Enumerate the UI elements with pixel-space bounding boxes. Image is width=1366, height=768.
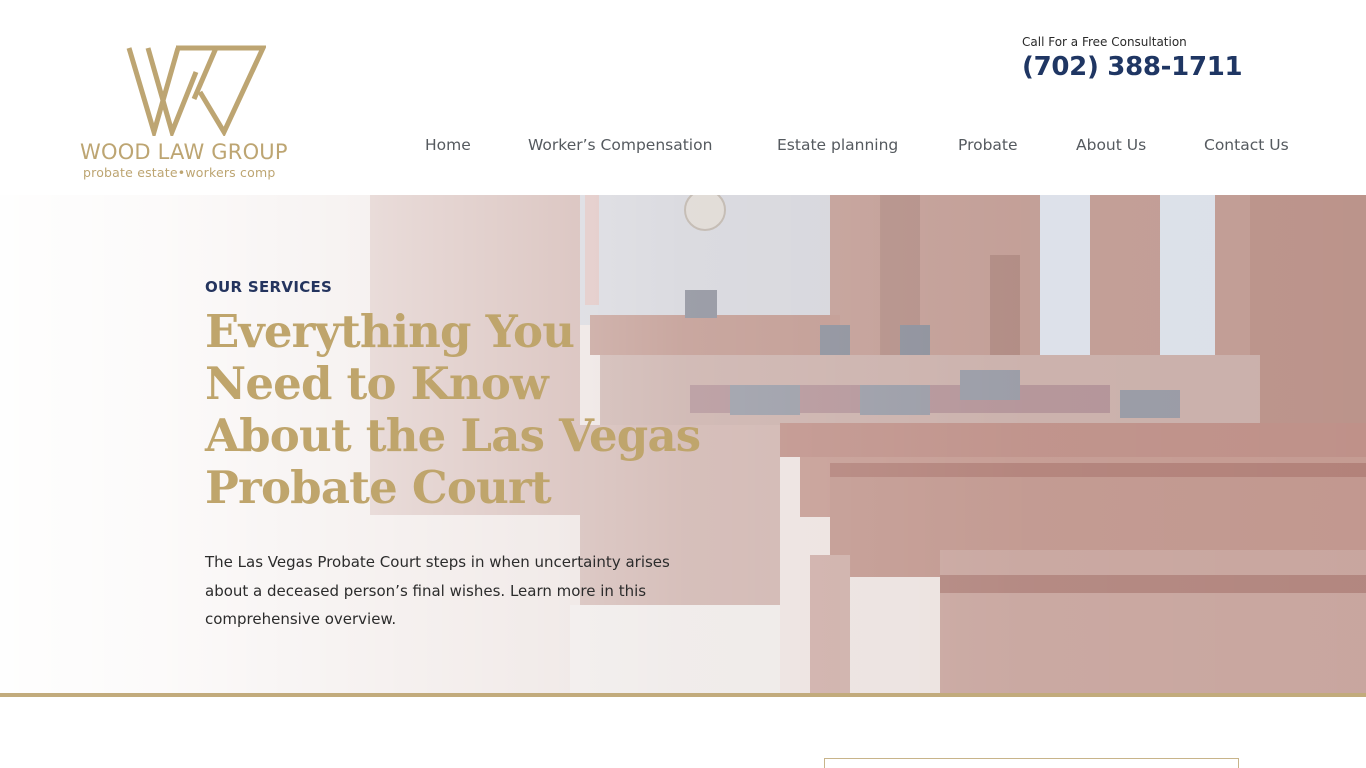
hero-description: The Las Vegas Probate Court steps in whe… — [205, 553, 670, 628]
nav-item-workers-compensation[interactable]: Worker’s Compensation — [528, 136, 712, 154]
nav-item-home[interactable]: Home — [425, 136, 471, 154]
phone-link[interactable]: (702) 388-1711 — [1022, 52, 1262, 82]
wood-law-group-logo-icon — [126, 45, 266, 136]
logo-tagline: probate estate•workers comp — [83, 165, 276, 180]
consultation-label: Call For a Free Consultation — [1022, 35, 1187, 49]
hero-content: OUR SERVICES Everything You Need to Know… — [205, 278, 705, 634]
consultation-block: Call For a Free Consultation (702) 388-1… — [1022, 35, 1262, 82]
nav-item-probate[interactable]: Probate — [958, 136, 1018, 154]
site-header: WOOD LAW GROUP probate estate•workers co… — [0, 0, 1366, 195]
nav-item-about-us[interactable]: About Us — [1076, 136, 1146, 154]
main-nav: Home Worker’s Compensation Estate planni… — [0, 136, 1366, 160]
hero-eyebrow: OUR SERVICES — [205, 278, 333, 296]
hero-bottom-rule — [0, 693, 1366, 697]
hero-title: Everything You Need to Know About the La… — [205, 305, 701, 514]
nav-item-estate-planning[interactable]: Estate planning — [777, 136, 898, 154]
nav-item-contact-us[interactable]: Contact Us — [1204, 136, 1289, 154]
sidebar-box — [824, 758, 1239, 768]
hero-section: OUR SERVICES Everything You Need to Know… — [0, 195, 1366, 695]
site-logo[interactable]: WOOD LAW GROUP probate estate•workers co… — [78, 44, 310, 184]
